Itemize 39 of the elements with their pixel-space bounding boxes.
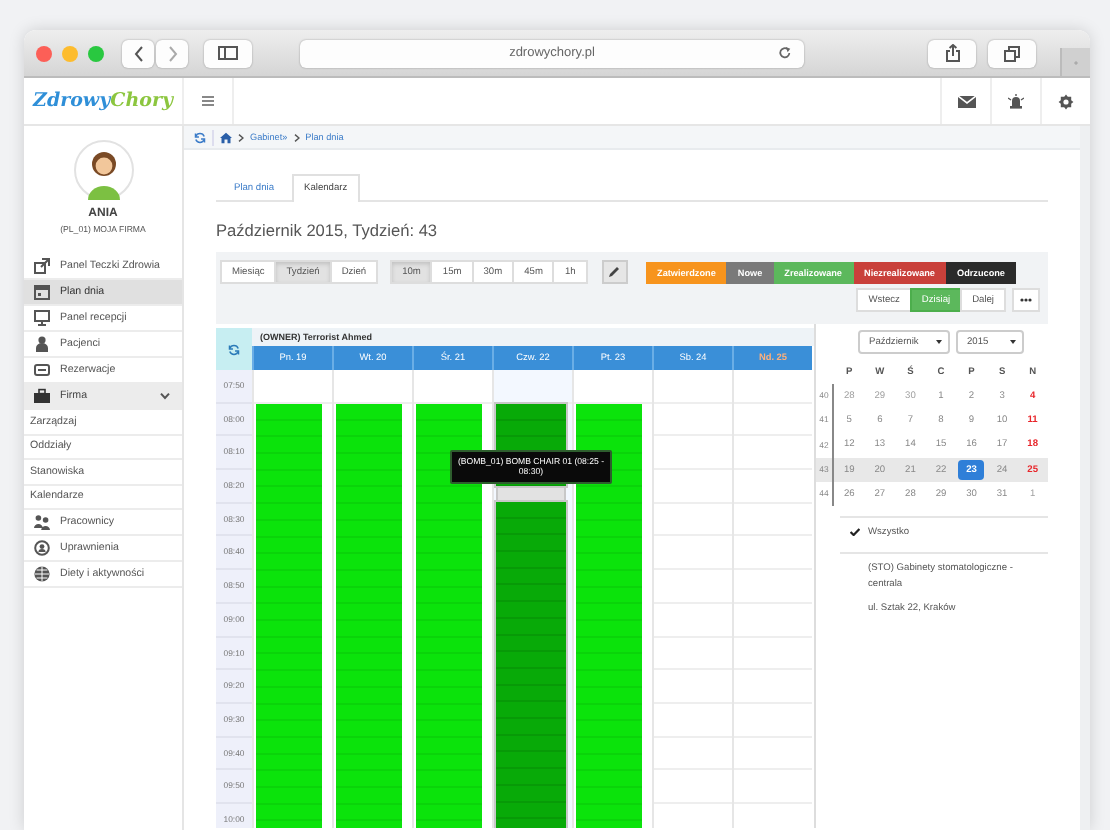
logo: ZdrowyChory [24,78,184,124]
briefcase-icon [34,388,50,404]
people-icon [34,514,50,530]
pencil-icon [608,266,621,278]
chevron-icon[interactable] [160,392,170,400]
tabs-button[interactable] [988,39,1036,67]
back-button[interactable] [122,39,154,67]
external-link-icon [34,258,50,274]
refresh-icon [228,343,240,355]
ticket-icon [34,362,50,378]
monitor-icon [34,310,50,326]
sidebar-icon [218,46,238,60]
share-icon [945,44,959,62]
menu-icon [202,96,214,106]
booked-block[interactable] [576,403,642,828]
tabs-icon [1004,45,1020,61]
share-button[interactable] [928,39,976,67]
caret-icon [1009,340,1015,344]
avatar [73,140,133,200]
mail-icon [957,95,975,107]
alarm-icon [1008,93,1024,109]
more-button[interactable] [1012,288,1040,312]
page-title: Październik 2015, Tydzień: 43 [216,218,440,244]
globe-icon [34,566,50,582]
settings-icon [1058,93,1074,109]
chevron-icon [238,133,244,141]
edit-button[interactable] [601,260,628,284]
home-icon[interactable] [220,131,232,143]
calendar-icon [34,284,50,300]
back-icon [133,45,143,61]
sidebar-toggle-button[interactable] [204,39,252,67]
person-icon [34,336,50,352]
refresh-button[interactable] [216,328,252,370]
caret-icon [935,340,941,344]
reload-icon[interactable] [778,45,792,59]
forward-icon [167,45,177,61]
refresh-icon[interactable] [194,131,206,143]
badge-icon [34,540,50,556]
chevron-icon [293,133,300,141]
